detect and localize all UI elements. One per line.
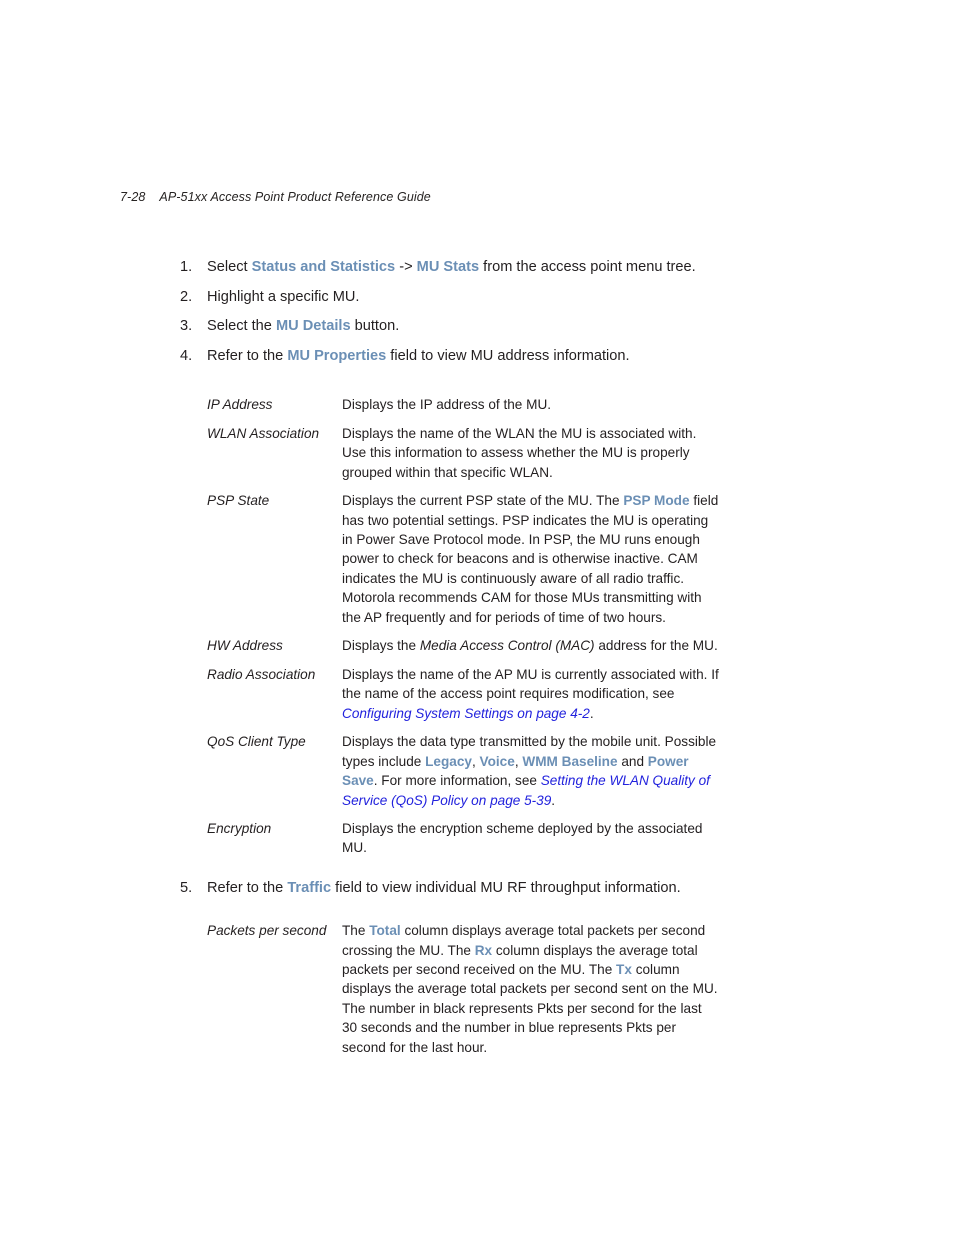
- table-row: Radio Association Displays the name of t…: [0, 665, 954, 723]
- step-text: Select Status and Statistics -> MU Stats…: [207, 259, 696, 275]
- cross-reference-link[interactable]: Configuring System Settings on page 4-2: [342, 706, 590, 721]
- list-item: 2. Highlight a specific MU.: [0, 285, 954, 311]
- list-item: 4. Refer to the MU Properties field to v…: [0, 344, 954, 370]
- step-number: 2.: [180, 288, 193, 305]
- step-text: Highlight a specific MU.: [207, 288, 360, 305]
- list-item: 5. Refer to the Traffic field to view in…: [0, 876, 954, 902]
- property-term: IP Address: [207, 397, 273, 412]
- page-number: 7-28: [120, 190, 146, 204]
- property-term: HW Address: [207, 638, 283, 654]
- cross-reference-link[interactable]: Setting the WLAN Quality of Service (QoS…: [342, 773, 710, 807]
- property-description: Displays the data type transmitted by th…: [342, 734, 717, 808]
- property-term: QoS Client Type: [207, 734, 306, 750]
- property-term: PSP State: [207, 493, 270, 509]
- property-description: Displays the name of the WLAN the MU is …: [342, 426, 697, 480]
- page-content: 1. Select Status and Statistics -> MU St…: [0, 255, 954, 1057]
- property-term: Radio Association: [207, 667, 316, 683]
- property-term: Encryption: [207, 820, 272, 836]
- property-description: Displays the IP address of the MU.: [342, 397, 552, 412]
- property-description: Displays the name of the AP MU is curren…: [342, 667, 719, 721]
- table-row: Encryption Displays the encryption schem…: [0, 819, 954, 858]
- inline-emphasis: PSP Mode: [623, 493, 690, 509]
- guide-title: AP-51xx Access Point Product Reference G…: [159, 190, 431, 204]
- step-text: Refer to the Traffic field to view indiv…: [207, 879, 681, 896]
- inline-emphasis: MU Stats: [416, 259, 480, 275]
- step-text: Refer to the MU Properties field to view…: [207, 347, 630, 364]
- property-term: Packets per second: [207, 923, 327, 939]
- table-row: IP Address Displays the IP address of th…: [0, 395, 954, 415]
- table-row: PSP State Displays the current PSP state…: [0, 491, 954, 627]
- inline-emphasis: Tx: [616, 962, 632, 978]
- inline-emphasis: MU Properties: [287, 347, 387, 364]
- mu-properties-table: IP Address Displays the IP address of th…: [0, 395, 954, 858]
- inline-emphasis: Total: [369, 923, 401, 939]
- table-row: HW Address Displays the Media Access Con…: [0, 636, 954, 656]
- step-number: 4.: [180, 347, 193, 364]
- document-page: 7-28 AP-51xx Access Point Product Referen…: [0, 0, 954, 1235]
- inline-emphasis: Legacy: [425, 753, 472, 769]
- inline-emphasis: Media Access Control (MAC): [419, 638, 595, 654]
- step-number: 5.: [180, 879, 193, 896]
- table-row: Packets per second The Total column disp…: [0, 921, 954, 1057]
- traffic-table: Packets per second The Total column disp…: [0, 921, 954, 1057]
- running-header: 7-28 AP-51xx Access Point Product Referen…: [120, 190, 431, 204]
- inline-emphasis: Status and Statistics: [251, 259, 396, 275]
- step-number: 1.: [180, 259, 193, 275]
- property-description: Displays the encryption scheme deployed …: [342, 820, 703, 856]
- inline-emphasis: Rx: [474, 942, 493, 958]
- step-text: Select the MU Details button.: [207, 318, 400, 334]
- property-description: The Total column displays average total …: [342, 923, 718, 1055]
- list-item: 3. Select the MU Details button.: [0, 314, 954, 340]
- inline-emphasis: MU Details: [275, 318, 351, 334]
- procedure-steps-1-4: 1. Select Status and Statistics -> MU St…: [0, 255, 954, 369]
- inline-emphasis: WMM Baseline: [522, 753, 618, 769]
- property-description: Displays the current PSP state of the MU…: [342, 493, 719, 625]
- inline-emphasis: Voice: [479, 753, 515, 769]
- property-description: Displays the Media Access Control (MAC) …: [342, 638, 718, 654]
- inline-emphasis: Traffic: [287, 879, 332, 896]
- table-row: WLAN Association Displays the name of th…: [0, 424, 954, 482]
- step-number: 3.: [180, 318, 193, 334]
- property-term: WLAN Association: [207, 426, 320, 441]
- table-row: QoS Client Type Displays the data type t…: [0, 732, 954, 810]
- list-item: 1. Select Status and Statistics -> MU St…: [0, 255, 954, 281]
